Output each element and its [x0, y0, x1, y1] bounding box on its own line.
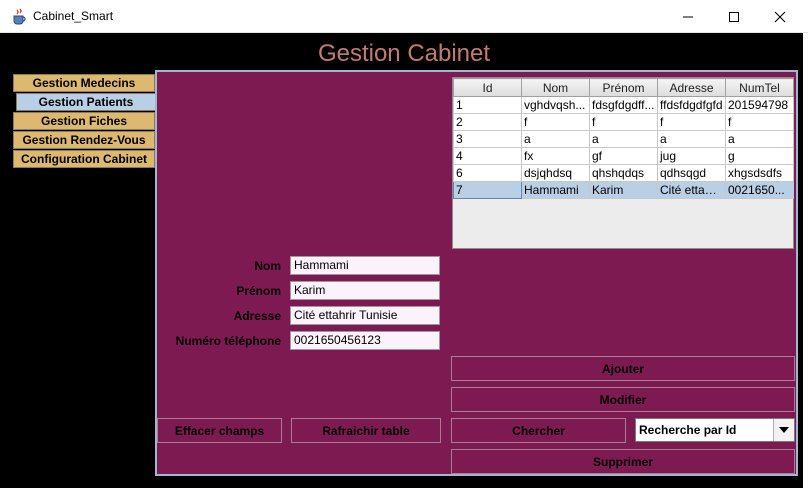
table-cell: 7 [453, 181, 522, 199]
table-cell: dsjqhdsq [521, 164, 590, 182]
table-row[interactable]: 2 f f f f [453, 113, 794, 131]
column-header-numtel[interactable]: NumTel [725, 78, 794, 97]
table-cell: qhshqdqs [589, 164, 658, 182]
table-cell: qdhsqgd [657, 164, 726, 182]
table-row[interactable]: 6 dsjqhdsq qhshqdqs qdhsqgd xhgsdsdfs [453, 164, 794, 182]
minimize-icon [683, 16, 693, 17]
chercher-button[interactable]: Chercher [451, 418, 626, 443]
table-cell: vghdvqsh... [521, 96, 590, 114]
page-title: Gestion Cabinet [317, 40, 491, 67]
java-cup-icon [10, 8, 28, 26]
table-cell: a [725, 130, 794, 148]
column-header-adresse[interactable]: Adresse [657, 78, 726, 97]
table-cell: f [657, 113, 726, 131]
nom-label: Nom [254, 259, 281, 273]
maximize-icon [729, 11, 739, 22]
table-cell: 6 [453, 164, 522, 182]
supprimer-button[interactable]: Supprimer [451, 449, 795, 474]
table-cell: f [725, 113, 794, 131]
table-cell: Karim [589, 181, 658, 199]
table-cell: a [521, 130, 590, 148]
prenom-field[interactable]: Karim [290, 281, 440, 300]
table-cell: fdsgfdgdff... [589, 96, 658, 114]
tab-gestion-rendez-vous[interactable]: Gestion Rendez-Vous [13, 131, 155, 149]
minimize-button[interactable] [665, 0, 711, 33]
table-header-row: Id Nom Prénom Adresse NumTel [453, 78, 794, 97]
window-edge [803, 33, 808, 488]
table-cell: Hammami [521, 181, 590, 199]
telephone-field[interactable]: 0021650456123 [290, 331, 440, 350]
chevron-down-icon[interactable] [773, 419, 794, 441]
table-cell: f [589, 113, 658, 131]
table-cell: g [725, 147, 794, 165]
table-cell: a [589, 130, 658, 148]
ajouter-button[interactable]: Ajouter [451, 356, 795, 381]
patients-table[interactable]: Id Nom Prénom Adresse NumTel 1 vghdvqsh.… [452, 77, 794, 249]
search-type-value: Recherche par Id [639, 423, 737, 437]
table-row[interactable]: 1 vghdvqsh... fdsgfdgdff... ffdsfdgdfgfd… [453, 96, 794, 114]
telephone-label: Numéro téléphone [175, 334, 281, 348]
adresse-field[interactable]: Cité ettahrir Tunisie [290, 306, 440, 325]
table-cell: ffdsfdgdfgfd [657, 96, 726, 114]
table-cell: jug [657, 147, 726, 165]
tab-gestion-medecins[interactable]: Gestion Medecins [13, 74, 155, 92]
table-row[interactable]: 4 fx gf jug g [453, 147, 794, 165]
tab-configuration-cabinet[interactable]: Configuration Cabinet [13, 150, 155, 168]
table-cell: fx [521, 147, 590, 165]
tab-gestion-patients[interactable]: Gestion Patients [16, 93, 156, 111]
effacer-champs-button[interactable]: Effacer champs [157, 418, 282, 443]
title-bar: Cabinet_Smart [0, 0, 808, 33]
table-cell: 3 [453, 130, 522, 148]
table-cell: Cité ettahr... [657, 181, 726, 199]
maximize-button[interactable] [711, 0, 757, 33]
adresse-label: Adresse [233, 309, 281, 323]
rafraichir-table-button[interactable]: Rafraichir table [291, 418, 441, 443]
table-cell: a [657, 130, 726, 148]
table-cell: xhgsdsdfs [725, 164, 794, 182]
nom-field[interactable]: Hammami [290, 256, 440, 275]
table-cell: gf [589, 147, 658, 165]
prenom-label: Prénom [236, 284, 281, 298]
search-type-select[interactable]: Recherche par Id [635, 418, 795, 442]
table-cell: 4 [453, 147, 522, 165]
close-button[interactable] [757, 0, 803, 33]
window-title: Cabinet_Smart [33, 9, 114, 23]
table-cell: 0021650... [725, 181, 794, 199]
table-cell: 201594798 [725, 96, 794, 114]
column-header-nom[interactable]: Nom [521, 78, 590, 97]
table-cell: 1 [453, 96, 522, 114]
column-header-id[interactable]: Id [453, 78, 522, 97]
modifier-button[interactable]: Modifier [451, 387, 795, 412]
tab-gestion-fiches[interactable]: Gestion Fiches [13, 112, 155, 130]
table-cell: f [521, 113, 590, 131]
table-cell: 2 [453, 113, 522, 131]
table-row-selected[interactable]: 7 Hammami Karim Cité ettahr... 0021650..… [453, 181, 794, 199]
close-icon [774, 11, 786, 22]
column-header-prenom[interactable]: Prénom [589, 78, 658, 97]
table-row[interactable]: 3 a a a a [453, 130, 794, 148]
